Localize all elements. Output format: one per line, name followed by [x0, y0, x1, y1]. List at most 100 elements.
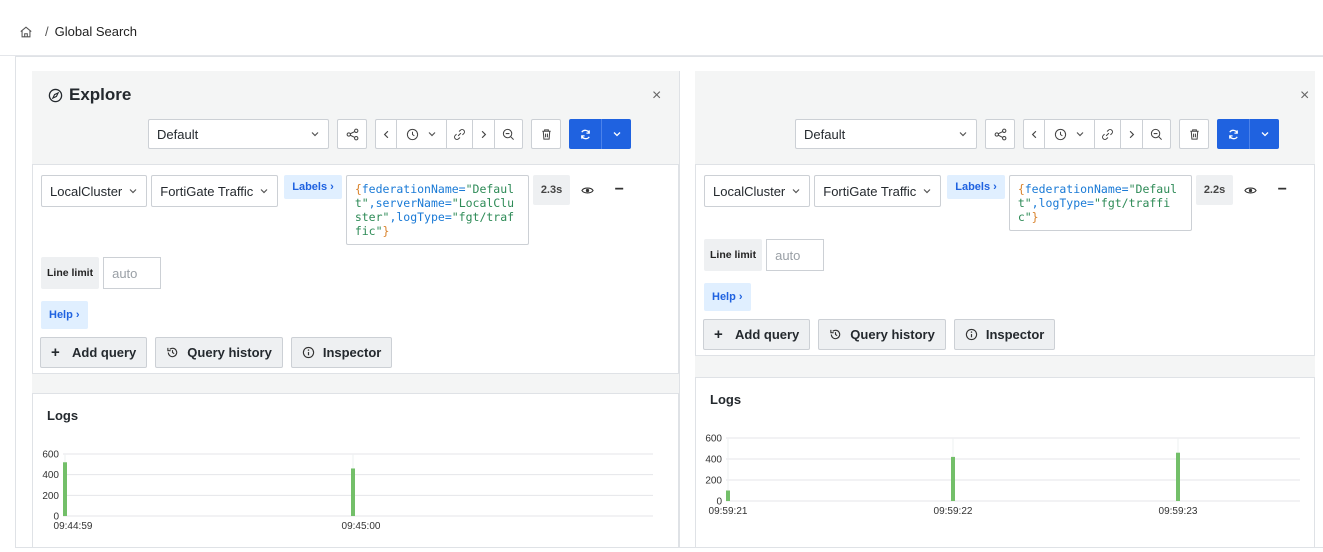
- info-icon: [302, 346, 314, 359]
- link-button[interactable]: [1095, 119, 1121, 149]
- time-back-button[interactable]: [1023, 119, 1045, 149]
- remove-query-button[interactable]: −: [604, 175, 634, 205]
- chart-bar: [1176, 452, 1180, 501]
- query-brace-open: {: [354, 182, 362, 196]
- add-query-button[interactable]: + Add query: [40, 337, 148, 368]
- chart-bar: [63, 462, 67, 516]
- share-button[interactable]: [337, 119, 367, 149]
- split-divider[interactable]: [679, 71, 680, 547]
- chart-y-tick-label: 200: [705, 476, 722, 487]
- close-pane-button[interactable]: ×: [1300, 87, 1309, 105]
- run-query-button[interactable]: [569, 119, 601, 149]
- explore-title: Explore: [48, 85, 131, 105]
- query-history-button[interactable]: Query history: [818, 319, 946, 350]
- line-limit-input[interactable]: auto: [103, 257, 162, 289]
- help-button[interactable]: Help ›: [704, 283, 751, 311]
- refresh-icon: [1228, 129, 1238, 139]
- run-query-button[interactable]: [1217, 119, 1249, 149]
- chart-y-tick-label: 200: [42, 491, 59, 502]
- trash-icon: [1189, 128, 1199, 140]
- inspector-label: Inspector: [322, 345, 382, 360]
- link-icon: [454, 128, 465, 140]
- datasource-name: Default: [157, 126, 199, 142]
- query-text-editor[interactable]: {federationName="Default",logType="fgt/t…: [1008, 175, 1192, 231]
- share-icon: [994, 128, 1006, 140]
- time-forward-button[interactable]: [473, 119, 495, 149]
- query-timing: 2.3s: [532, 175, 571, 205]
- logs-title: Logs: [47, 408, 79, 423]
- cluster-select[interactable]: LocalCluster: [704, 175, 811, 207]
- line-limit-row: Line limit auto: [41, 257, 162, 289]
- query-row: LocalCluster FortiGate Traffic Labels › …: [704, 175, 1297, 231]
- refresh-interval-dropdown[interactable]: [1249, 119, 1279, 149]
- source-name: FortiGate Traffic: [823, 183, 917, 199]
- time-range-picker[interactable]: [1045, 119, 1095, 149]
- zoom-out-button[interactable]: [495, 119, 523, 149]
- source-select[interactable]: FortiGate Traffic: [151, 175, 279, 207]
- query-brace-open: {: [1017, 182, 1025, 196]
- logs-volume-chart: 020040060009:44:59 09:45:00: [42, 450, 653, 532]
- remove-query-button[interactable]: −: [1267, 175, 1297, 205]
- help-button[interactable]: Help ›: [41, 301, 88, 329]
- chart-y-tick-label: 400: [42, 470, 59, 481]
- inspector-button[interactable]: Inspector: [290, 337, 393, 368]
- query-label-key: federationName=: [1024, 182, 1129, 196]
- query-brace-close: }: [382, 224, 390, 238]
- chart-x-tick-label: 09:44:59: [54, 521, 93, 532]
- hide-query-button[interactable]: [1235, 175, 1265, 205]
- chevron-down-icon: [959, 132, 967, 137]
- time-range-picker[interactable]: [397, 119, 447, 149]
- inspector-label: Inspector: [985, 327, 1045, 342]
- query-text-editor[interactable]: {federationName="Default",serverName="Lo…: [345, 175, 529, 245]
- breadcrumb: / Global Search: [19, 24, 137, 39]
- chart-bar: [351, 468, 355, 516]
- source-select[interactable]: FortiGate Traffic: [814, 175, 942, 207]
- time-back-button[interactable]: [375, 119, 397, 149]
- share-button[interactable]: [985, 119, 1015, 149]
- labels-button[interactable]: Labels ›: [947, 175, 1005, 199]
- datasource-picker[interactable]: Default: [795, 119, 977, 149]
- cluster-select[interactable]: LocalCluster: [41, 175, 148, 207]
- chart-bar: [726, 490, 730, 501]
- logs-title: Logs: [710, 392, 742, 407]
- query-timing: 2.2s: [1195, 175, 1234, 205]
- time-controls: [375, 119, 523, 149]
- time-controls: [1023, 119, 1171, 149]
- datasource-picker[interactable]: Default: [148, 119, 329, 149]
- add-query-button[interactable]: + Add query: [703, 319, 811, 350]
- query-label-key: ,serverName=: [368, 196, 452, 210]
- chevron-left-icon: [383, 130, 388, 138]
- link-icon: [1102, 128, 1113, 140]
- chevron-right-icon: [481, 130, 487, 138]
- line-limit-label: Line limit: [704, 239, 763, 271]
- chevron-down-icon: [792, 189, 800, 194]
- hide-query-button[interactable]: [572, 175, 602, 205]
- breadcrumb-separator: /: [45, 24, 49, 39]
- refresh-interval-dropdown[interactable]: [601, 119, 631, 149]
- breadcrumb-current: Global Search: [54, 24, 138, 39]
- chevron-down-icon: [129, 189, 137, 194]
- chevron-down-icon: [311, 132, 319, 137]
- link-button[interactable]: [447, 119, 473, 149]
- inspector-button[interactable]: Inspector: [953, 319, 1056, 350]
- close-pane-button[interactable]: ×: [652, 87, 661, 105]
- query-history-button[interactable]: Query history: [155, 337, 283, 368]
- home-icon[interactable]: [19, 25, 33, 39]
- zoom-out-button[interactable]: [1143, 119, 1171, 149]
- clock-icon: [1054, 128, 1067, 140]
- query-label-key: ,logType=: [389, 210, 452, 224]
- chart-x-tick-label: 09:59:23: [1159, 506, 1198, 517]
- query-history-label: Query history: [850, 327, 935, 342]
- line-limit-input[interactable]: auto: [766, 239, 825, 271]
- time-forward-button[interactable]: [1121, 119, 1143, 149]
- history-icon: [830, 329, 841, 340]
- clear-all-button[interactable]: [1179, 119, 1209, 149]
- run-query-group: [569, 119, 631, 149]
- line-limit-row: Line limit auto: [704, 239, 825, 271]
- logs-panel: Logs 0 200 400 600 09:44:59 09:45:00: [32, 393, 679, 547]
- chart-bar: [951, 456, 955, 501]
- clear-all-button[interactable]: [531, 119, 561, 149]
- labels-button[interactable]: Labels ›: [284, 175, 342, 199]
- top-bar: / Global Search: [0, 0, 1323, 56]
- query-row: LocalCluster FortiGate Traffic Labels › …: [41, 175, 634, 245]
